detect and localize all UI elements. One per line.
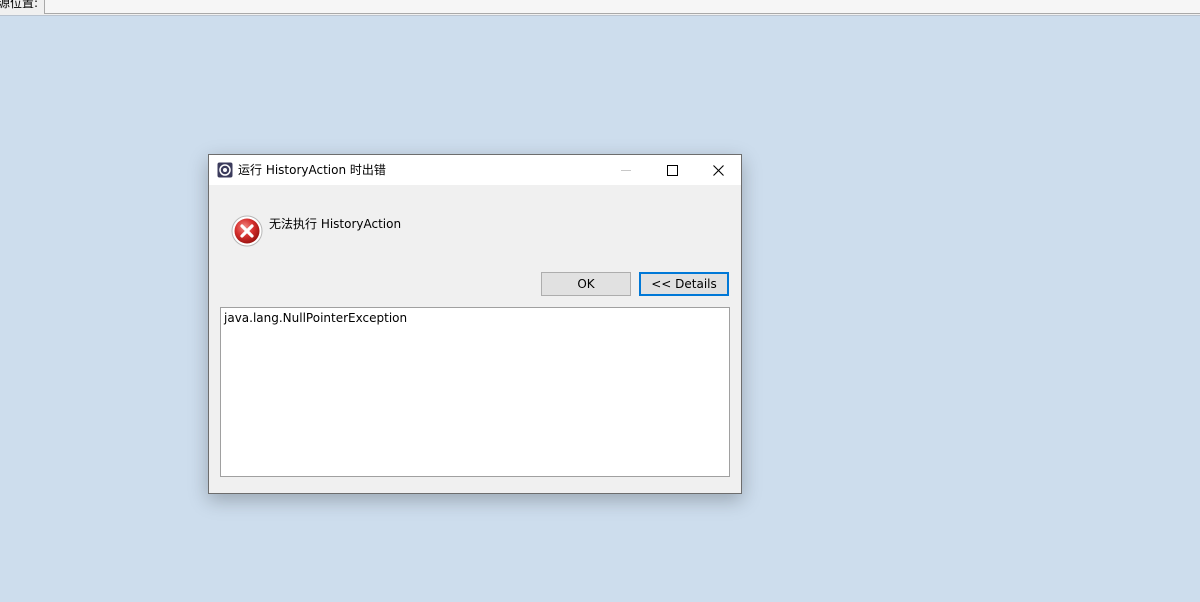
dialog-titlebar[interactable]: 运行 HistoryAction 时出错: [209, 155, 741, 185]
close-icon: [712, 164, 724, 176]
background-app-toolbar: 源位置:: [0, 0, 1200, 16]
close-button[interactable]: [695, 155, 741, 185]
source-location-field[interactable]: [44, 0, 1200, 14]
error-dialog: 运行 HistoryAction 时出错 无法执行 HistoryAction …: [208, 154, 742, 494]
dialog-title: 运行 HistoryAction 时出错: [238, 163, 386, 177]
maximize-icon: [666, 164, 678, 176]
error-icon: [231, 215, 263, 247]
error-message: 无法执行 HistoryAction: [269, 217, 402, 231]
source-location-label: 源位置:: [0, 0, 39, 10]
minimize-button[interactable]: [603, 155, 649, 185]
maximize-button[interactable]: [649, 155, 695, 185]
ok-button[interactable]: OK: [541, 272, 631, 296]
minimize-icon: [621, 170, 631, 171]
details-button[interactable]: << Details: [639, 272, 729, 296]
app-icon: [217, 162, 233, 178]
details-text-area[interactable]: java.lang.NullPointerException: [220, 307, 730, 477]
